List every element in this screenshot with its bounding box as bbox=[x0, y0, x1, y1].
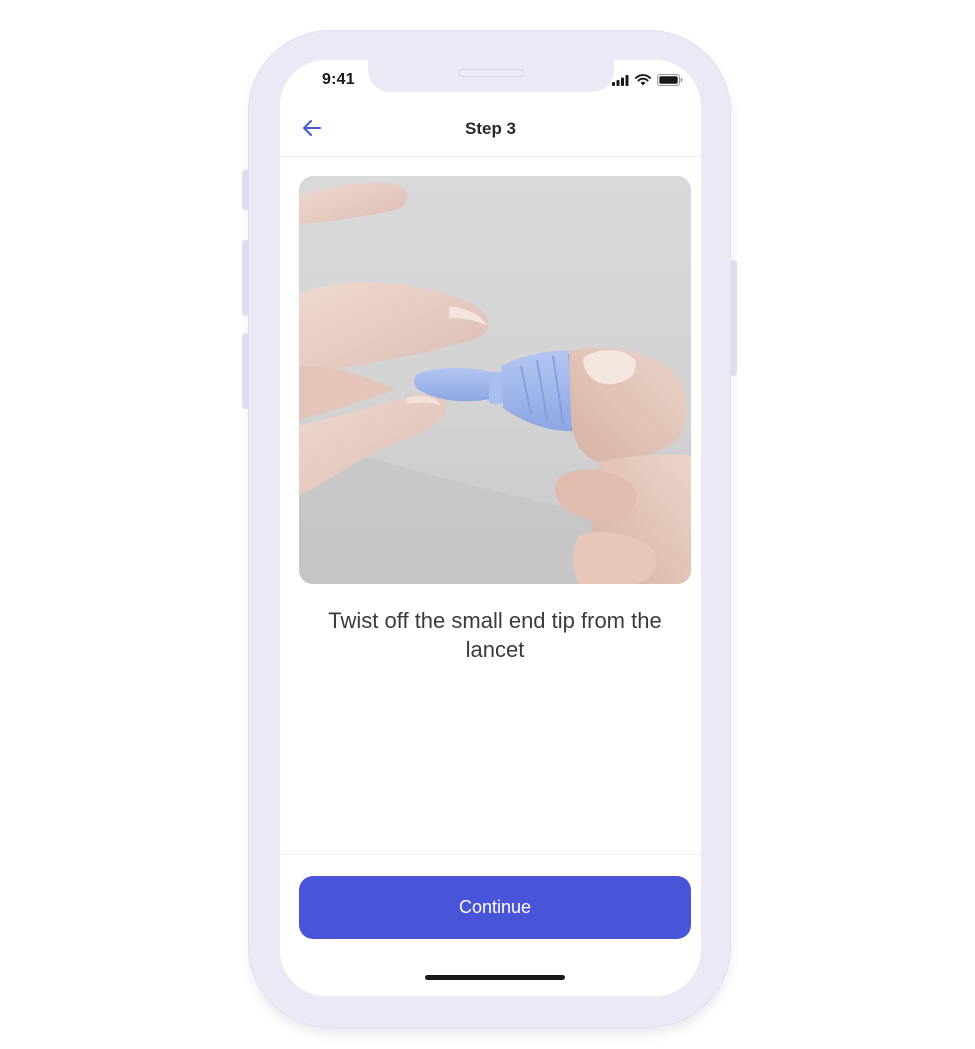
speaker-grille bbox=[458, 69, 524, 77]
wifi-icon bbox=[635, 73, 651, 91]
notch bbox=[368, 60, 614, 92]
footer-divider bbox=[280, 854, 701, 855]
battery-icon bbox=[657, 73, 683, 91]
instruction-text: Twist off the small end tip from the lan… bbox=[328, 608, 662, 662]
phone-screen: 9:41 Step 3 Twist off the small end tip … bbox=[280, 60, 701, 996]
continue-button[interactable]: Continue bbox=[299, 876, 691, 939]
status-time: 9:41 bbox=[322, 71, 355, 88]
hands-twisting-lancet-illustration bbox=[299, 176, 691, 584]
home-indicator[interactable] bbox=[425, 975, 565, 980]
power-button bbox=[730, 260, 737, 376]
status-icons bbox=[612, 73, 683, 91]
page-title: Step 3 bbox=[464, 119, 517, 138]
instruction-photo bbox=[299, 176, 691, 584]
stage: 9:41 Step 3 Twist off the small end tip … bbox=[0, 0, 975, 1049]
nav-header: Step 3 bbox=[280, 104, 701, 157]
signal-icon bbox=[612, 73, 629, 91]
